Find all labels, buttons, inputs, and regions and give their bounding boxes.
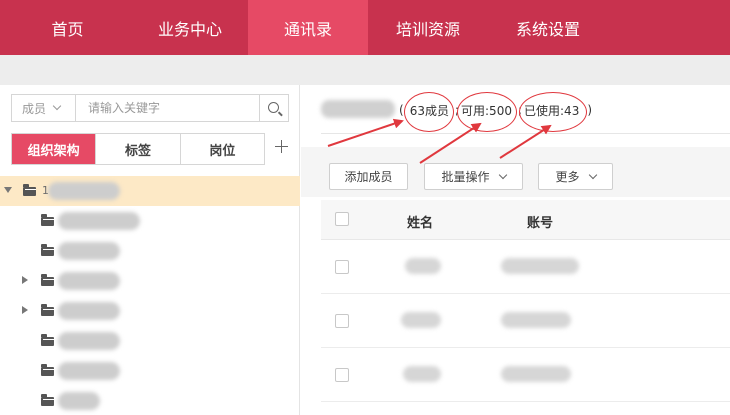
member-search: 成员: [11, 94, 289, 122]
annotation-circle: [403, 91, 454, 132]
folder-icon: [23, 184, 36, 196]
nav-item-label: 系统设置: [515, 19, 580, 39]
folder-icon: [41, 334, 54, 346]
nav-item-label: 通讯录: [283, 19, 332, 39]
tree-node[interactable]: [0, 386, 300, 415]
add-member-button[interactable]: 添加成员: [329, 163, 408, 190]
batch-operation-label: 批量操作: [441, 170, 490, 184]
redacted-text: [58, 272, 120, 290]
redacted-department-name: [321, 100, 395, 118]
select-all-checkbox[interactable]: [335, 212, 349, 226]
redacted-text: [58, 392, 100, 410]
stats-open-paren: (: [399, 103, 404, 117]
tab-organization[interactable]: 组织架构: [12, 134, 97, 164]
tree-node-root[interactable]: 1: [0, 176, 300, 206]
redacted-text: [501, 258, 579, 274]
nav-spacer: [0, 55, 730, 85]
redacted-text: [501, 312, 571, 328]
folder-icon: [41, 244, 54, 256]
nav-item-label: 培训资源: [395, 19, 460, 39]
nav-item-business[interactable]: 业务中心: [135, 0, 245, 55]
annotation-circle: [519, 91, 588, 132]
column-header-name: 姓名: [407, 216, 434, 231]
folder-icon: [41, 274, 54, 286]
tree-node[interactable]: [0, 296, 300, 326]
tab-label: 组织架构: [27, 143, 80, 159]
caret-down-icon[interactable]: [4, 187, 12, 193]
plus-icon[interactable]: [272, 137, 292, 157]
tree-node[interactable]: [0, 206, 300, 236]
folder-icon: [41, 364, 54, 376]
top-nav: 首页 业务中心 通讯录 培训资源 系统设置: [0, 0, 730, 55]
available-count: 可用:500: [457, 91, 518, 132]
tree-node[interactable]: [0, 356, 300, 386]
caret-right-icon[interactable]: [22, 306, 28, 314]
row-checkbox[interactable]: [335, 368, 349, 382]
search-icon: [267, 101, 279, 113]
table-row[interactable]: [321, 294, 730, 348]
nav-item-contacts[interactable]: 通讯录: [248, 0, 368, 55]
nav-item-label: 业务中心: [157, 19, 222, 39]
table-row[interactable]: [321, 240, 730, 294]
annotation-circle: [457, 91, 518, 132]
tree-node[interactable]: [0, 236, 300, 266]
row-checkbox[interactable]: [335, 314, 349, 328]
search-button[interactable]: [259, 95, 288, 121]
search-type-select[interactable]: 成员: [12, 95, 76, 121]
redacted-text: [58, 212, 140, 230]
chevron-down-icon: [498, 170, 507, 179]
folder-icon: [41, 394, 54, 406]
redacted-text: [58, 242, 120, 260]
table-header: 姓名 账号: [321, 200, 730, 240]
used-count: 已使用:43: [519, 91, 588, 132]
nav-item-settings[interactable]: 系统设置: [488, 0, 608, 55]
sidebar-tabs: 组织架构 标签 岗位: [11, 133, 265, 165]
tree-node[interactable]: [0, 266, 300, 296]
redacted-text: [405, 258, 441, 274]
member-panel: ( 63成员 ; 可用:500 ; 已使用:43 ) 添加成员 批量操作 更多 …: [301, 85, 730, 415]
toolbar: 添加成员 批量操作 更多: [301, 147, 730, 197]
more-label: 更多: [555, 170, 580, 184]
row-checkbox[interactable]: [335, 260, 349, 274]
tab-tags[interactable]: 标签: [96, 134, 181, 164]
table-row[interactable]: [321, 348, 730, 402]
redacted-text: [58, 332, 120, 350]
search-input[interactable]: [76, 95, 259, 121]
redacted-text: [58, 362, 120, 380]
tree-node[interactable]: [0, 326, 300, 356]
redacted-text: [401, 312, 441, 328]
divider: [321, 133, 730, 134]
stats-close-paren: ): [587, 103, 593, 117]
folder-icon: [41, 304, 54, 316]
nav-item-home[interactable]: 首页: [0, 0, 135, 55]
tab-label: 岗位: [209, 143, 236, 159]
batch-operation-button[interactable]: 批量操作: [424, 163, 523, 190]
chevron-down-icon: [52, 101, 62, 111]
member-stats: ( 63成员 ; 可用:500 ; 已使用:43 ): [399, 91, 593, 132]
folder-icon: [41, 214, 54, 226]
search-type-label: 成员: [22, 101, 47, 116]
sidebar: 成员 组织架构 标签 岗位 1: [0, 85, 300, 415]
redacted-text: [403, 366, 441, 382]
redacted-text: [48, 182, 120, 200]
nav-item-training[interactable]: 培训资源: [368, 0, 488, 55]
tab-positions[interactable]: 岗位: [181, 134, 264, 164]
add-member-label: 添加成员: [344, 170, 393, 184]
caret-right-icon[interactable]: [22, 276, 28, 284]
more-button[interactable]: 更多: [538, 163, 613, 190]
redacted-text: [58, 302, 120, 320]
tab-label: 标签: [124, 143, 151, 159]
redacted-text: [501, 366, 571, 382]
chevron-down-icon: [588, 170, 597, 179]
member-count: 63成员: [403, 91, 454, 132]
nav-item-label: 首页: [51, 19, 84, 39]
column-header-account: 账号: [527, 216, 554, 231]
org-tree: 1: [0, 176, 300, 415]
